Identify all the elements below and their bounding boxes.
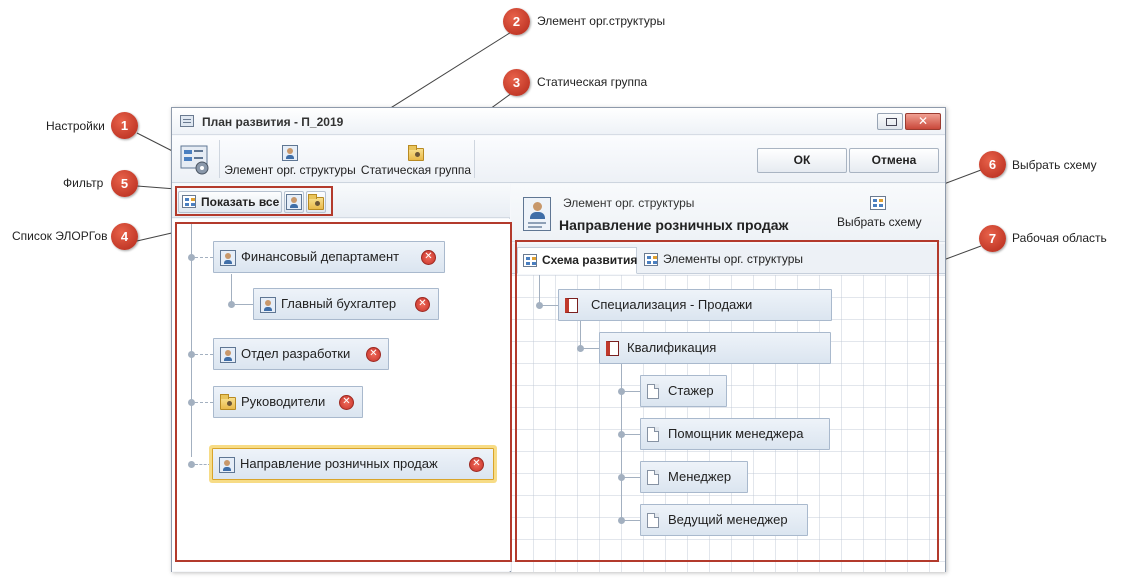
ok-button[interactable]: ОК	[757, 148, 847, 173]
callout-label: Список ЭЛОРГов	[12, 229, 108, 243]
callout-2: 2	[503, 8, 530, 35]
filter-highlight	[175, 186, 333, 216]
callout-label: Элемент орг.структуры	[537, 14, 666, 28]
callout-label: Настройки	[46, 119, 105, 133]
toolbar-separator	[219, 140, 220, 178]
element-header: Элемент орг. структуры Направление розни…	[511, 184, 945, 242]
add-org-element-button[interactable]: Элемент орг. структуры	[224, 140, 356, 180]
person-head	[533, 202, 542, 211]
org-list-highlight	[175, 222, 512, 562]
callout-4: 4	[111, 223, 138, 250]
text-line	[528, 226, 542, 228]
callout-3: 3	[503, 69, 530, 96]
callout-label: Выбрать схему	[1012, 158, 1097, 172]
cancel-button[interactable]: Отмена	[849, 148, 939, 173]
app-icon	[180, 115, 194, 127]
restore-button[interactable]	[877, 113, 903, 130]
callout-label: Рабочая область	[1012, 231, 1107, 245]
element-name: Направление розничных продаж	[559, 217, 789, 233]
add-org-element-label: Элемент орг. структуры	[224, 163, 356, 177]
work-area-highlight	[515, 240, 939, 562]
settings-button[interactable]	[176, 140, 214, 180]
callout-6: 6	[979, 151, 1006, 178]
callout-7: 7	[979, 225, 1006, 252]
callout-5: 5	[111, 170, 138, 197]
add-static-group-label: Статическая группа	[360, 163, 472, 177]
choose-scheme-icon	[870, 196, 886, 210]
close-button[interactable]: ✕	[905, 113, 941, 130]
person-body	[530, 212, 545, 219]
choose-scheme-label: Выбрать схему	[837, 215, 922, 229]
settings-gear-icon	[180, 145, 209, 175]
org-element-icon	[282, 145, 298, 161]
toolbar: Элемент орг. структуры Статическая групп…	[172, 136, 945, 183]
callout-label: Фильтр	[63, 176, 104, 190]
element-caption: Элемент орг. структуры	[563, 196, 695, 210]
title-bar: План развития - П_2019 ✕	[172, 108, 945, 135]
static-group-icon	[408, 145, 424, 161]
window-title: План развития - П_2019	[202, 115, 344, 129]
text-line	[528, 222, 546, 224]
toolbar-separator	[474, 140, 475, 178]
org-element-large-icon	[523, 197, 551, 231]
choose-scheme-button[interactable]: Выбрать схему	[833, 194, 923, 234]
callout-label: Статическая группа	[537, 75, 648, 89]
add-static-group-button[interactable]: Статическая группа	[360, 140, 472, 180]
callout-1: 1	[111, 112, 138, 139]
